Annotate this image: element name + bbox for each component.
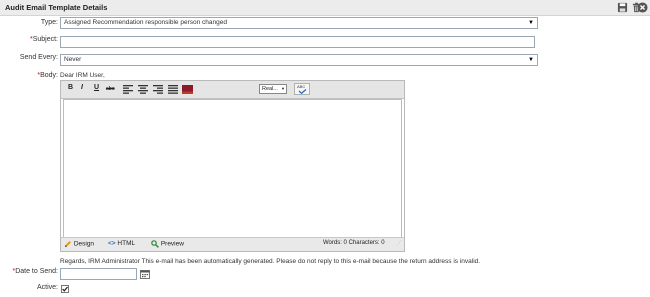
font-select[interactable]: Real... ▼ [259, 84, 287, 94]
calendar-icon[interactable] [140, 269, 150, 279]
chevron-down-icon: ▼ [281, 86, 285, 91]
underline-button[interactable]: U [94, 84, 99, 91]
text-color-icon[interactable] [182, 85, 193, 94]
page-title: Audit Email Template Details [5, 3, 108, 12]
word-count: Words: 0 Characters: 0 [323, 240, 385, 246]
active-checkbox[interactable] [61, 285, 69, 293]
title-bar: Audit Email Template Details [0, 0, 650, 16]
send-every-select-value: Never [64, 56, 82, 63]
body-label: *Body: [37, 72, 58, 79]
code-icon: <> [108, 240, 116, 247]
body-intro-text: Dear IRM User, [60, 72, 105, 79]
editor-mode-bar: Design <> HTML Preview Words: 0 Characte… [61, 237, 404, 251]
align-justify-icon[interactable] [168, 85, 178, 94]
body-footer-text: Regards, IRM Administrator This e-mail h… [60, 258, 481, 265]
spellcheck-button[interactable]: ABC [294, 83, 310, 95]
body-editor-area[interactable] [63, 99, 402, 238]
subject-input[interactable] [60, 36, 535, 48]
chevron-down-icon: ▼ [528, 20, 534, 26]
align-right-icon[interactable] [153, 85, 163, 94]
tab-preview[interactable]: Preview [151, 240, 184, 248]
rich-text-editor: B I U abc Real... ▼ ABC Design <> HTML P… [60, 80, 405, 252]
close-circle-icon[interactable] [637, 2, 648, 13]
italic-button[interactable]: I [81, 84, 83, 91]
pencil-icon [65, 241, 71, 247]
type-select[interactable]: Assigned Recommendation responsible pers… [60, 17, 538, 29]
bold-button[interactable]: B [68, 84, 73, 91]
date-to-send-input[interactable] [60, 268, 137, 280]
save-icon[interactable] [617, 2, 628, 13]
type-select-value: Assigned Recommendation responsible pers… [64, 19, 227, 26]
chevron-down-icon: ▼ [528, 57, 534, 63]
magnifier-icon [151, 240, 159, 248]
send-every-select[interactable]: Never ▼ [60, 54, 538, 66]
send-every-label: Send Every: [19, 54, 58, 61]
align-left-icon[interactable] [123, 85, 133, 94]
subject-label: *Subject: [29, 36, 58, 43]
editor-toolbar: B I U abc Real... ▼ ABC [61, 81, 404, 99]
type-label: Type: [40, 19, 58, 26]
date-to-send-label: *Date to Send: [12, 268, 58, 275]
align-center-icon[interactable] [138, 85, 148, 94]
active-label: Active: [36, 284, 58, 291]
check-icon [298, 89, 307, 94]
tab-html[interactable]: <> HTML [108, 240, 135, 247]
tab-design[interactable]: Design [64, 240, 94, 248]
resize-handle[interactable]: ⋰ [397, 240, 402, 246]
strikethrough-button[interactable]: abc [106, 86, 115, 92]
